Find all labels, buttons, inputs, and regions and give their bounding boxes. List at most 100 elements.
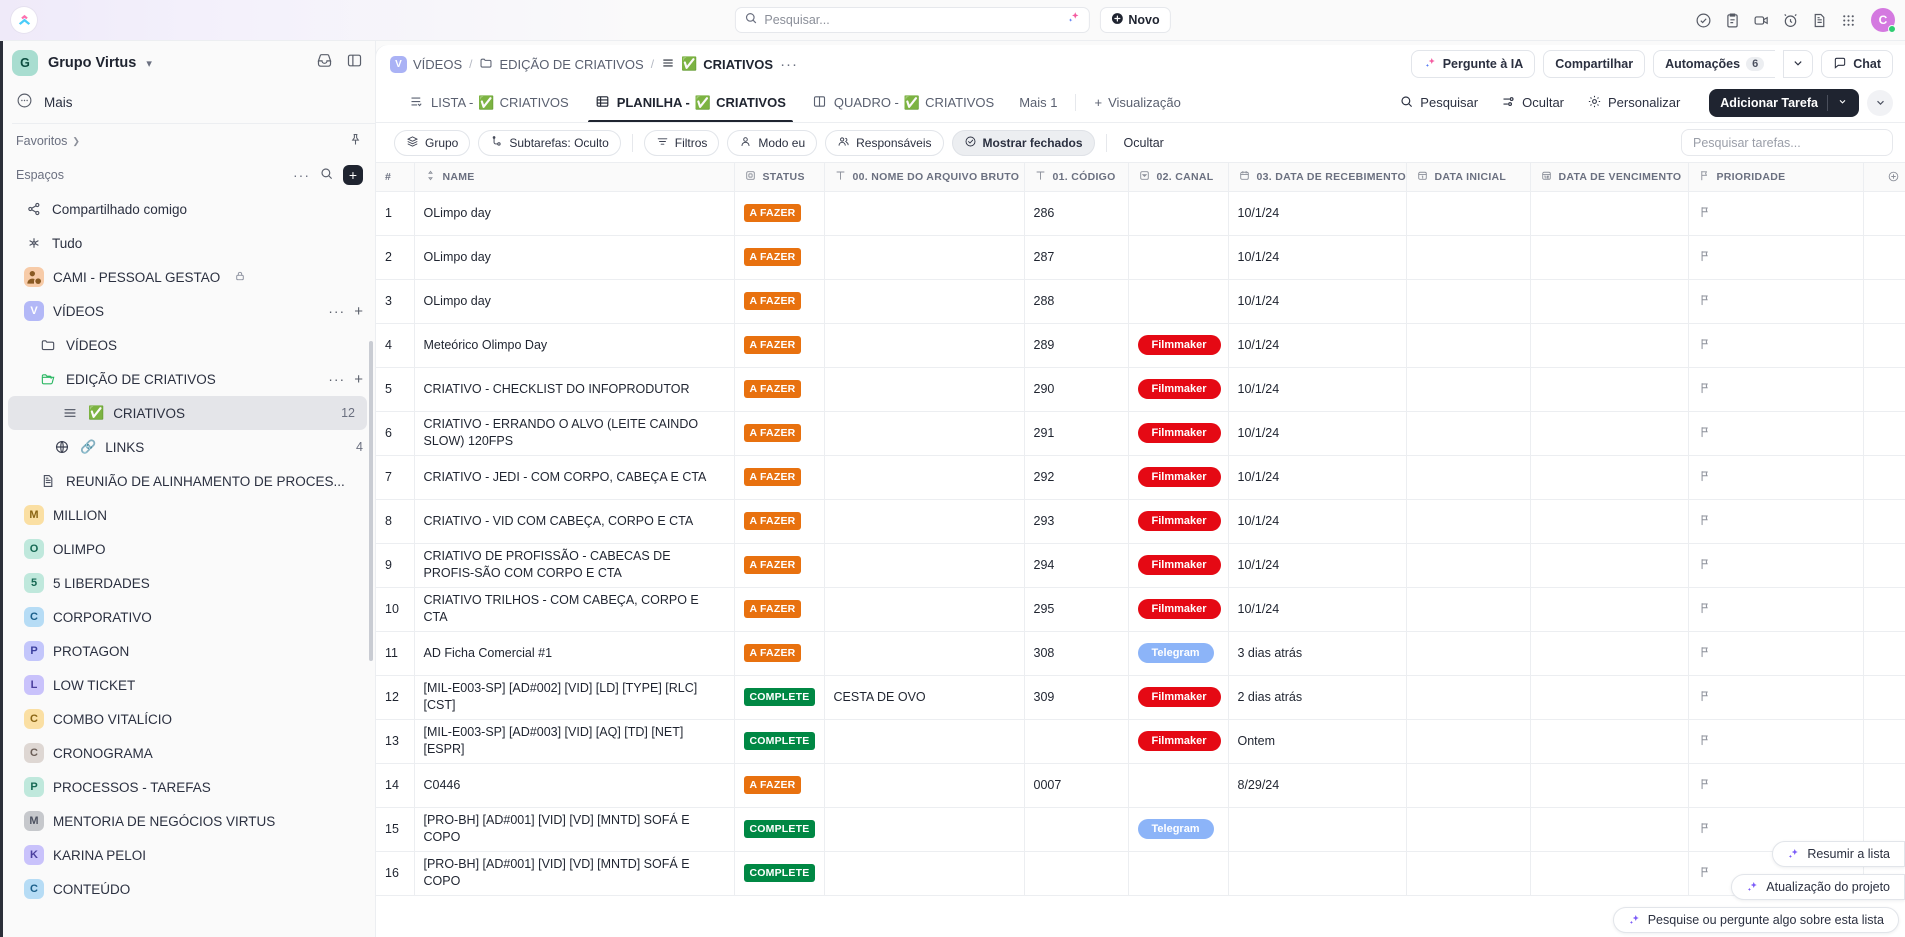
cell-bruto[interactable]: CESTA DE OVO bbox=[824, 675, 1025, 720]
plus-circle-icon[interactable] bbox=[1873, 170, 1905, 183]
cell-codigo[interactable]: 286 bbox=[1024, 191, 1129, 236]
cell-task-name[interactable]: [PRO-BH] [AD#001] [VID] [VD] [MNTD] SOFÁ… bbox=[414, 807, 735, 852]
cell-canal[interactable]: Telegram bbox=[1128, 807, 1229, 852]
sidebar-scrollbar[interactable] bbox=[369, 341, 373, 661]
filter-grupo[interactable]: Grupo bbox=[394, 129, 471, 156]
cell-inicial[interactable] bbox=[1406, 851, 1531, 896]
cell-venc[interactable] bbox=[1530, 191, 1689, 236]
cell-task-name[interactable]: OLimpo day bbox=[414, 191, 735, 236]
cell-task-name[interactable]: CRIATIVO TRILHOS - COM CABEÇA, CORPO E C… bbox=[414, 587, 735, 632]
cell-receb[interactable]: 10/1/24 bbox=[1228, 587, 1407, 632]
cell-receb[interactable]: 10/1/24 bbox=[1228, 499, 1407, 544]
filter-respons-veis[interactable]: Responsáveis bbox=[825, 129, 944, 156]
table-row[interactable]: 12 [MIL-E003-SP] [AD#002] [VID] [LD] [TYP… bbox=[376, 675, 1905, 720]
flag-icon[interactable] bbox=[1698, 382, 1712, 398]
row-index[interactable]: 11 bbox=[376, 631, 415, 676]
cell-canal[interactable]: Filmmaker bbox=[1128, 323, 1229, 368]
row-index[interactable]: 10 bbox=[376, 587, 415, 632]
cell-receb[interactable]: 10/1/24 bbox=[1228, 191, 1407, 236]
cell-receb[interactable]: 2 dias atrás bbox=[1228, 675, 1407, 720]
table-row[interactable]: 9 CRIATIVO DE PROFISSÃO - CABECAS DE PROF… bbox=[376, 543, 1905, 588]
cell-inicial[interactable] bbox=[1406, 323, 1531, 368]
view-search-button[interactable]: Pesquisar bbox=[1389, 94, 1488, 112]
more-horizontal-icon[interactable]: ··· bbox=[328, 303, 345, 319]
project-update-button[interactable]: Atualização do projeto bbox=[1731, 874, 1905, 900]
cell-codigo[interactable]: 289 bbox=[1024, 323, 1129, 368]
row-index[interactable]: 5 bbox=[376, 367, 415, 412]
cell-bruto[interactable] bbox=[824, 719, 1025, 764]
cell-codigo[interactable]: 292 bbox=[1024, 455, 1129, 500]
add-view-button[interactable]: + Visualização bbox=[1082, 83, 1192, 122]
cell-prioridade[interactable] bbox=[1688, 455, 1864, 500]
apps-grid-icon[interactable] bbox=[1840, 12, 1857, 29]
tab-quadro[interactable]: QUADRO - ✅ CRIATIVOS bbox=[799, 83, 1007, 122]
plus-icon[interactable]: + bbox=[354, 303, 363, 320]
row-index[interactable]: 1 bbox=[376, 191, 415, 236]
chevron-down-icon[interactable] bbox=[1837, 96, 1848, 110]
cell-inicial[interactable] bbox=[1406, 367, 1531, 412]
cell-prioridade[interactable] bbox=[1688, 763, 1864, 808]
cell-canal[interactable] bbox=[1128, 851, 1229, 896]
cell-prioridade[interactable] bbox=[1688, 367, 1864, 412]
task-table-container[interactable]: # NAME STATUS 00. NOME DO ARQUIVO BRUTO 01. … bbox=[376, 163, 1905, 937]
flag-icon[interactable] bbox=[1698, 206, 1712, 222]
row-index[interactable]: 6 bbox=[376, 411, 415, 456]
sidebar-item-criativos[interactable]: ✅ CRIATIVOS 12 bbox=[8, 396, 367, 430]
table-row[interactable]: 4 Meteórico Olimpo Day A FAZER 289 Filmmaker… bbox=[376, 323, 1905, 368]
cell-receb[interactable] bbox=[1228, 807, 1407, 852]
task-search-input[interactable]: Pesquisar tarefas... bbox=[1681, 129, 1893, 156]
cell-receb[interactable]: 10/1/24 bbox=[1228, 235, 1407, 280]
flag-icon[interactable] bbox=[1698, 690, 1712, 706]
sidebar-item-cronograma[interactable]: C CRONOGRAMA bbox=[0, 736, 375, 770]
table-row[interactable]: 7 CRIATIVO - JEDI - COM CORPO, CABEÇA E C… bbox=[376, 455, 1905, 500]
flag-icon[interactable] bbox=[1698, 646, 1712, 662]
filter-hide-action[interactable]: Ocultar bbox=[1118, 136, 1170, 150]
flag-icon[interactable] bbox=[1698, 734, 1712, 750]
cell-inicial[interactable] bbox=[1406, 235, 1531, 280]
view-overflow-button[interactable] bbox=[1867, 89, 1893, 116]
cell-bruto[interactable] bbox=[824, 587, 1025, 632]
cell-bruto[interactable] bbox=[824, 851, 1025, 896]
filter-mostrar-fechados[interactable]: Mostrar fechados bbox=[951, 129, 1095, 156]
cell-bruto[interactable] bbox=[824, 279, 1025, 324]
plus-icon[interactable]: + bbox=[354, 371, 363, 388]
sidebar-item-v-deos[interactable]: VÍDEOS bbox=[0, 328, 375, 362]
cell-codigo[interactable]: 291 bbox=[1024, 411, 1129, 456]
cell-task-name[interactable]: Meteórico Olimpo Day bbox=[414, 323, 735, 368]
cell-inicial[interactable] bbox=[1406, 807, 1531, 852]
breadcrumb-item-edicao[interactable]: EDIÇÃO DE CRIATIVOS bbox=[479, 56, 644, 73]
cell-receb[interactable]: 8/29/24 bbox=[1228, 763, 1407, 808]
cell-task-name[interactable]: C0446 bbox=[414, 763, 735, 808]
cell-task-name[interactable]: AD Ficha Comercial #1 bbox=[414, 631, 735, 676]
sidebar-item-tudo[interactable]: Tudo bbox=[0, 226, 375, 260]
cell-codigo[interactable] bbox=[1024, 719, 1129, 764]
sidebar-section-favorites[interactable]: Favoritos ❯ bbox=[0, 124, 375, 158]
cell-task-name[interactable]: CRIATIVO - VID COM CABEÇA, CORPO E CTA bbox=[414, 499, 735, 544]
ask-about-list-button[interactable]: Pesquise ou pergunte algo sobre esta lis… bbox=[1612, 907, 1899, 933]
ask-ai-button[interactable]: Pergunte à IA bbox=[1410, 50, 1536, 78]
cell-receb[interactable]: 10/1/24 bbox=[1228, 367, 1407, 412]
cell-venc[interactable] bbox=[1530, 543, 1689, 588]
flag-icon[interactable] bbox=[1698, 338, 1712, 354]
breadcrumb-more-button[interactable]: ··· bbox=[780, 56, 798, 73]
sidebar-item-links[interactable]: 🔗 LINKS 4 bbox=[0, 430, 375, 464]
panel-toggle-icon[interactable] bbox=[346, 52, 363, 74]
cell-venc[interactable] bbox=[1530, 499, 1689, 544]
cell-prioridade[interactable] bbox=[1688, 719, 1864, 764]
cell-bruto[interactable] bbox=[824, 191, 1025, 236]
global-search-input[interactable]: Pesquisar... bbox=[734, 7, 1090, 33]
automations-dropdown-button[interactable] bbox=[1783, 50, 1814, 78]
cell-status[interactable]: A FAZER bbox=[734, 543, 825, 588]
more-horizontal-icon[interactable]: ··· bbox=[328, 371, 345, 387]
flag-icon[interactable] bbox=[1698, 822, 1712, 838]
cell-task-name[interactable]: CRIATIVO DE PROFISSÃO - CABECAS DE PROFI… bbox=[414, 543, 735, 588]
cell-venc[interactable] bbox=[1530, 631, 1689, 676]
filter-subtarefas-oculto[interactable]: Subtarefas: Oculto bbox=[478, 129, 621, 156]
table-row[interactable]: 1 OLimpo day A FAZER 286 10/1/24 bbox=[376, 191, 1905, 236]
more-horizontal-icon[interactable]: ··· bbox=[293, 167, 310, 183]
cell-inicial[interactable] bbox=[1406, 411, 1531, 456]
row-index[interactable]: 14 bbox=[376, 763, 415, 808]
flag-icon[interactable] bbox=[1698, 514, 1712, 530]
sidebar-item-edi-o-de-criativos[interactable]: EDIÇÃO DE CRIATIVOS ··· + bbox=[0, 362, 375, 396]
cell-inicial[interactable] bbox=[1406, 763, 1531, 808]
